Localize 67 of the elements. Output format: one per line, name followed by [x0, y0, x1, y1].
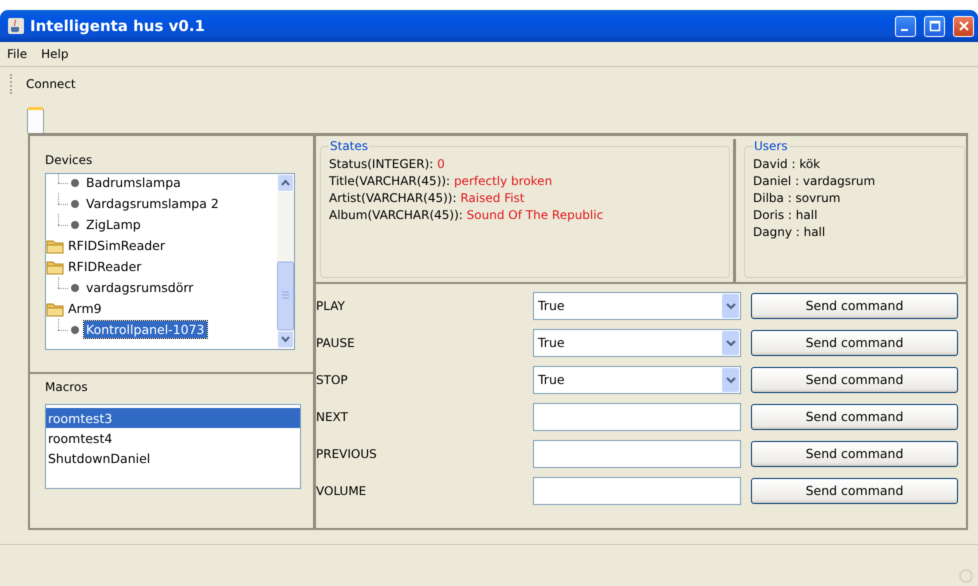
state-line: Artist(VARCHAR(45)): Raised Fist — [329, 190, 526, 206]
tree-item[interactable]: RFIDSimReader — [66, 237, 168, 254]
folder-icon — [46, 300, 64, 316]
send-button[interactable]: Send command — [751, 330, 958, 356]
node-icon — [70, 198, 80, 208]
state-line: Album(VARCHAR(45)): Sound Of The Republic — [329, 206, 604, 223]
dropdown[interactable]: True — [533, 366, 741, 394]
toolbar-button[interactable]: Connect — [22, 75, 80, 93]
tab[interactable] — [27, 107, 44, 133]
chevron-icon — [726, 338, 736, 346]
list-item[interactable]: roomtest4 — [46, 428, 300, 448]
tree-item[interactable]: vardagsrumsdörr — [84, 279, 196, 296]
list-item[interactable]: roomtest3 — [46, 408, 300, 428]
section-title: Devices — [45, 153, 92, 167]
node-icon — [70, 220, 80, 230]
macro-list[interactable]: roomtest3 roomtest4 ShutdownDaniel — [45, 404, 301, 489]
command-label: NEXT — [316, 410, 349, 424]
minimize-icon — [900, 29, 908, 31]
scrollbar[interactable] — [277, 174, 294, 349]
tree-item[interactable]: ZigLamp — [84, 216, 143, 233]
state-line: Status(INTEGER): 0 — [329, 156, 446, 172]
close-icon — [958, 20, 970, 32]
send-button[interactable]: Send command — [751, 478, 958, 504]
state-line: Title(VARCHAR(45)): perfectly broken — [329, 172, 554, 189]
menu-item[interactable]: File — [0, 47, 34, 61]
menu-item[interactable]: Help — [34, 47, 76, 61]
node-icon — [70, 282, 80, 292]
input-field[interactable] — [533, 402, 741, 430]
send-button[interactable]: Send command — [751, 366, 958, 392]
command-label: PAUSE — [316, 336, 356, 350]
section-title: Macros — [45, 380, 88, 394]
list-item[interactable]: ShutdownDaniel — [46, 448, 300, 468]
send-button[interactable]: Send command — [751, 404, 958, 430]
dropdown[interactable]: True — [533, 292, 741, 320]
user-line: Dilba : sovrum — [753, 190, 842, 206]
window-title: Intelligenta hus v0.1 — [30, 17, 206, 35]
send-button[interactable]: Send command — [751, 292, 958, 318]
tree-item[interactable]: Badrumslampa — [84, 174, 183, 191]
send-button[interactable]: Send command — [751, 440, 958, 466]
folder-icon — [46, 238, 64, 254]
tree-item[interactable]: Kontrollpanel-1073 — [84, 321, 207, 338]
tree-item[interactable]: RFIDReader — [66, 258, 144, 275]
command-label: VOLUME — [316, 484, 368, 498]
maximize-button[interactable] — [924, 16, 945, 36]
minimize-button[interactable] — [895, 16, 916, 36]
user-line: Doris : hall — [753, 206, 818, 223]
user-line: Dagny : hall — [753, 224, 826, 240]
group-title: States — [329, 139, 370, 153]
dropdown[interactable]: True — [533, 328, 741, 356]
command-label: PREVIOUS — [316, 446, 378, 460]
node-icon — [70, 324, 80, 334]
close-button[interactable] — [953, 16, 974, 36]
group-title: Users — [753, 139, 789, 153]
tree-item[interactable]: Vardagsrumslampa 2 — [84, 195, 221, 212]
command-label: STOP — [316, 372, 349, 386]
user-line: Daniel : vardagsrum — [753, 172, 876, 189]
maximize-icon — [928, 20, 940, 32]
tree-item[interactable]: Arm9 — [66, 300, 104, 317]
chevron-icon — [726, 302, 736, 310]
input-field[interactable] — [533, 476, 741, 504]
chevron-icon — [726, 376, 736, 384]
node-icon — [70, 178, 80, 188]
user-line: David : kök — [753, 156, 822, 172]
folder-icon — [46, 258, 64, 274]
input-field[interactable] — [533, 440, 741, 468]
cup-icon — [8, 18, 24, 34]
command-label: PLAY — [316, 298, 346, 312]
